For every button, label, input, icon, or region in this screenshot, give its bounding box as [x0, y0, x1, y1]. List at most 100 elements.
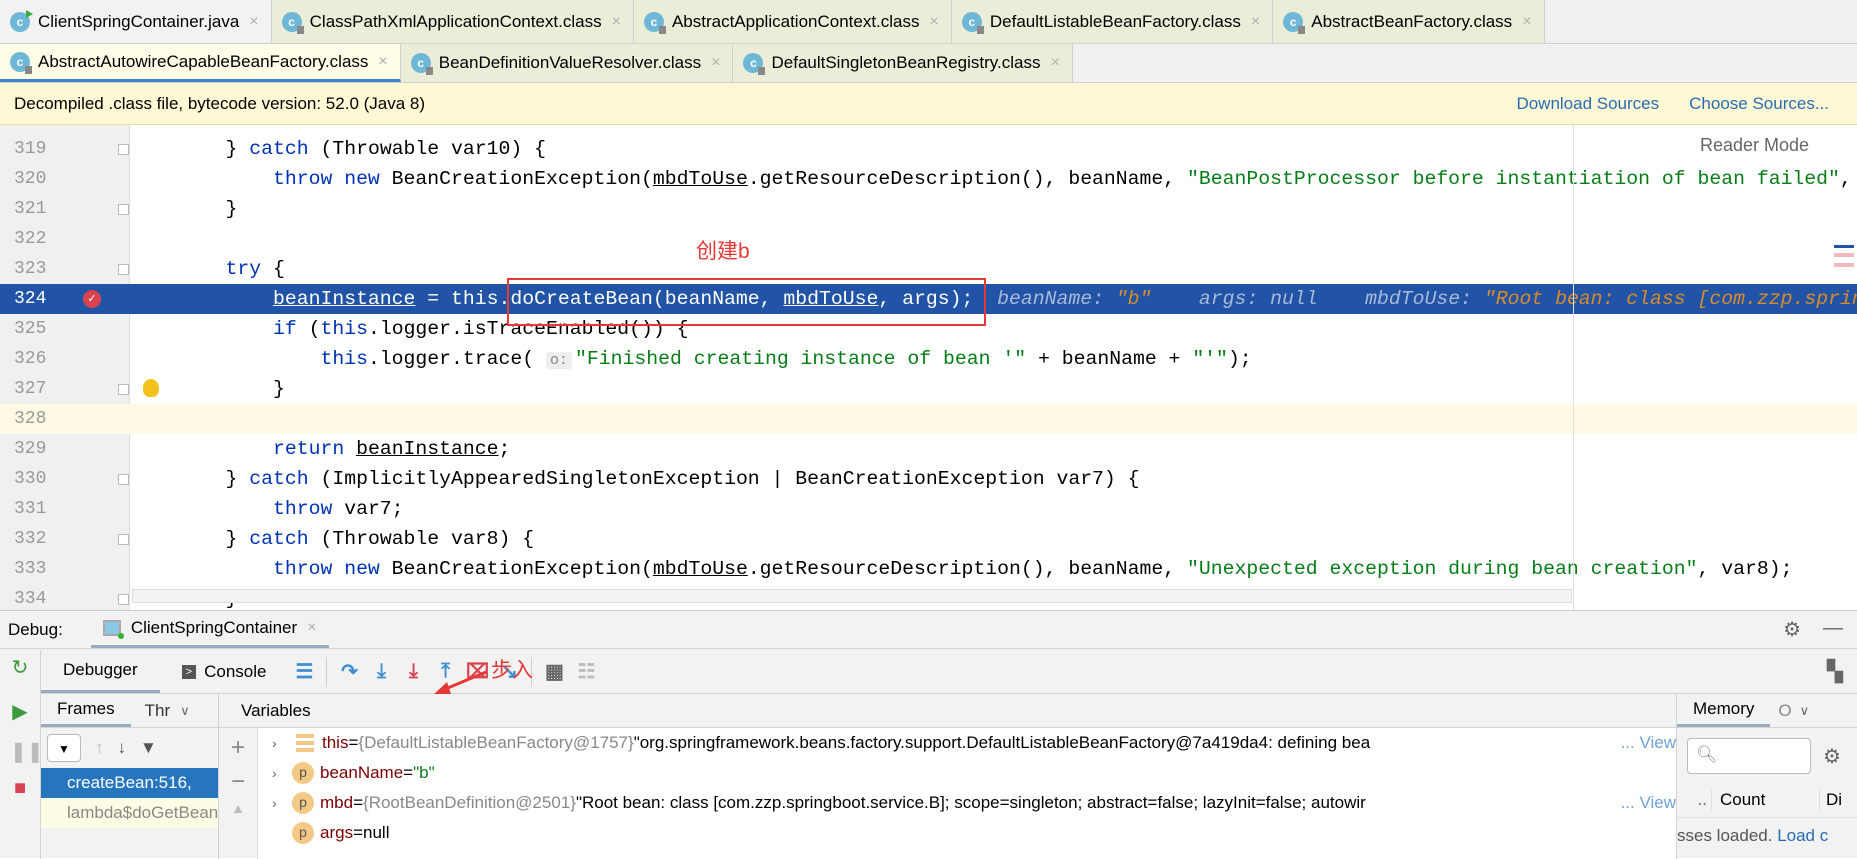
- chevron-down-icon[interactable]: ∨: [180, 703, 190, 719]
- code-line[interactable]: 322: [0, 224, 1857, 254]
- evaluate-expression-icon[interactable]: ▦: [538, 656, 570, 688]
- code-line[interactable]: 326 this.logger.trace( o: "Finished creat…: [0, 344, 1857, 374]
- editor-tab[interactable]: c AbstractAutowireCapableBeanFactory.clas…: [0, 44, 401, 82]
- force-step-into-icon[interactable]: ⤓: [397, 656, 429, 688]
- tab-frames[interactable]: Frames: [41, 694, 131, 727]
- move-up-icon[interactable]: ▲: [219, 800, 257, 816]
- variable-row[interactable]: › p beanName = "b": [258, 758, 1676, 788]
- pause-icon[interactable]: ❚❚: [10, 742, 44, 762]
- download-sources-link[interactable]: Download Sources: [1516, 94, 1659, 114]
- horizontal-scrollbar[interactable]: [132, 589, 1572, 603]
- close-icon[interactable]: ×: [930, 13, 939, 31]
- fold-marker-icon[interactable]: [118, 384, 129, 395]
- close-icon[interactable]: ×: [378, 53, 387, 71]
- editor-tab[interactable]: c AbstractBeanFactory.class ×: [1273, 0, 1545, 43]
- line-code: this.logger.trace( o: "Finished creating …: [178, 344, 1251, 376]
- resume-icon[interactable]: ▶: [10, 702, 30, 722]
- tab-debugger[interactable]: Debugger: [41, 650, 160, 693]
- filter-icon[interactable]: ▼: [140, 738, 157, 758]
- view-link[interactable]: ... View: [1616, 728, 1676, 758]
- rerun-icon[interactable]: ↻: [10, 658, 30, 678]
- code-line[interactable]: 320 throw new BeanCreationException(mbdT…: [0, 164, 1857, 194]
- code-line[interactable]: 331 throw var7;: [0, 494, 1857, 524]
- memory-search-input[interactable]: 🔍︎: [1687, 738, 1811, 774]
- error-stripe-mark[interactable]: [1834, 263, 1854, 267]
- add-watch-icon[interactable]: +: [219, 734, 257, 762]
- variable-name: beanName: [320, 763, 404, 782]
- editor-tab[interactable]: c DefaultListableBeanFactory.class ×: [951, 0, 1274, 43]
- gear-icon[interactable]: ⚙: [1783, 617, 1801, 642]
- trace-icon[interactable]: ☷: [570, 656, 602, 688]
- chevron-down-icon[interactable]: ∨: [1800, 703, 1810, 719]
- breakpoint-icon[interactable]: ✓: [83, 290, 101, 308]
- lightbulb-icon[interactable]: [143, 379, 159, 397]
- close-icon[interactable]: ×: [1251, 13, 1260, 31]
- code-line[interactable]: 327 }: [0, 374, 1857, 404]
- code-line[interactable]: 319 } catch (Throwable var10) {: [0, 134, 1857, 164]
- code-token: mbdToUse: [652, 558, 748, 580]
- layout-settings-icon[interactable]: ▚: [1819, 656, 1851, 688]
- tab-memory[interactable]: Memory: [1677, 694, 1771, 727]
- fold-marker-icon[interactable]: [118, 594, 129, 605]
- tab-threads[interactable]: Thr: [131, 701, 171, 721]
- diff-column-header[interactable]: Di: [1819, 789, 1842, 810]
- minimize-icon[interactable]: —: [1823, 617, 1843, 642]
- remove-watch-icon[interactable]: −: [219, 768, 257, 796]
- variable-row[interactable]: › p mbd = {RootBeanDefinition@2501} "Root …: [258, 788, 1676, 818]
- editor-tab[interactable]: c BeanDefinitionValueResolver.class ×: [400, 44, 734, 82]
- error-stripe-mark[interactable]: [1834, 245, 1854, 248]
- frames-panel: Frames Thr ∨ ▼ ↑ ↓ ▼ createBean:516, lam…: [41, 694, 219, 859]
- close-icon[interactable]: ×: [1050, 54, 1059, 72]
- close-icon[interactable]: ×: [307, 619, 316, 637]
- tab-console[interactable]: > Console: [160, 650, 289, 693]
- variable-row[interactable]: › this = {DefaultListableBeanFactory@1757…: [258, 728, 1676, 758]
- close-icon[interactable]: ×: [711, 54, 720, 72]
- count-column-header[interactable]: Count: [1711, 789, 1819, 810]
- code-editor[interactable]: 319 } catch (Throwable var10) {320 throw…: [0, 125, 1857, 610]
- editor-tab[interactable]: c DefaultSingletonBeanRegistry.class ×: [733, 44, 1073, 82]
- step-into-icon[interactable]: ⤓: [365, 656, 397, 688]
- code-line[interactable]: 321 }: [0, 194, 1857, 224]
- fold-marker-icon[interactable]: [118, 474, 129, 485]
- fold-marker-icon[interactable]: [118, 264, 129, 275]
- code-line[interactable]: 329 return beanInstance;: [0, 434, 1857, 464]
- console-icon: >: [181, 664, 197, 679]
- close-icon[interactable]: ×: [249, 13, 258, 31]
- editor-tab[interactable]: c ClientSpringContainer.java ×: [0, 0, 272, 43]
- fold-marker-icon[interactable]: [118, 144, 129, 155]
- line-number: 329: [14, 439, 47, 459]
- close-icon[interactable]: ×: [1522, 13, 1531, 31]
- error-stripe-mark[interactable]: [1834, 253, 1854, 257]
- debug-session-tab[interactable]: ClientSpringContainer ×: [90, 611, 329, 648]
- variable-type: {DefaultListableBeanFactory@1757}: [358, 733, 634, 752]
- layout-lines-icon[interactable]: ☰: [288, 656, 320, 688]
- fold-marker-icon[interactable]: [118, 534, 129, 545]
- code-token: throw: [272, 498, 333, 520]
- code-line[interactable]: 328: [0, 404, 1857, 434]
- chevron-right-icon[interactable]: ›: [272, 758, 292, 788]
- close-icon[interactable]: ×: [612, 13, 621, 31]
- view-link[interactable]: ... View: [1616, 788, 1676, 818]
- chevron-right-icon[interactable]: ›: [272, 788, 292, 818]
- chevron-right-icon[interactable]: ›: [272, 728, 292, 758]
- code-line[interactable]: 333 throw new BeanCreationException(mbdT…: [0, 554, 1857, 584]
- variable-row[interactable]: p args = null: [258, 818, 1676, 848]
- editor-tab[interactable]: c ClassPathXmlApplicationContext.class ×: [271, 0, 634, 43]
- step-over-icon[interactable]: ↷: [333, 656, 365, 688]
- tab-overhead[interactable]: O: [1770, 701, 1791, 721]
- line-number: 319: [14, 139, 47, 159]
- editor-tab[interactable]: c AbstractApplicationContext.class ×: [633, 0, 952, 43]
- load-classes-link[interactable]: Load c: [1777, 826, 1828, 845]
- thread-dropdown[interactable]: ▼: [47, 734, 81, 762]
- code-line[interactable]: 332 } catch (Throwable var8) {: [0, 524, 1857, 554]
- reader-mode-button[interactable]: Reader Mode: [1700, 135, 1810, 156]
- gear-icon[interactable]: ⚙: [1823, 744, 1841, 769]
- stack-frame[interactable]: lambda$doGetBean$0:321,: [41, 798, 218, 828]
- arrow-up-icon[interactable]: ↑: [95, 738, 104, 758]
- stack-frame[interactable]: createBean:516,: [41, 768, 218, 798]
- arrow-down-icon[interactable]: ↓: [118, 738, 127, 758]
- fold-marker-icon[interactable]: [118, 204, 129, 215]
- code-line[interactable]: 330 } catch (ImplicitlyAppearedSingleton…: [0, 464, 1857, 494]
- stop-icon[interactable]: ■: [10, 778, 30, 798]
- choose-sources-link[interactable]: Choose Sources...: [1689, 94, 1829, 114]
